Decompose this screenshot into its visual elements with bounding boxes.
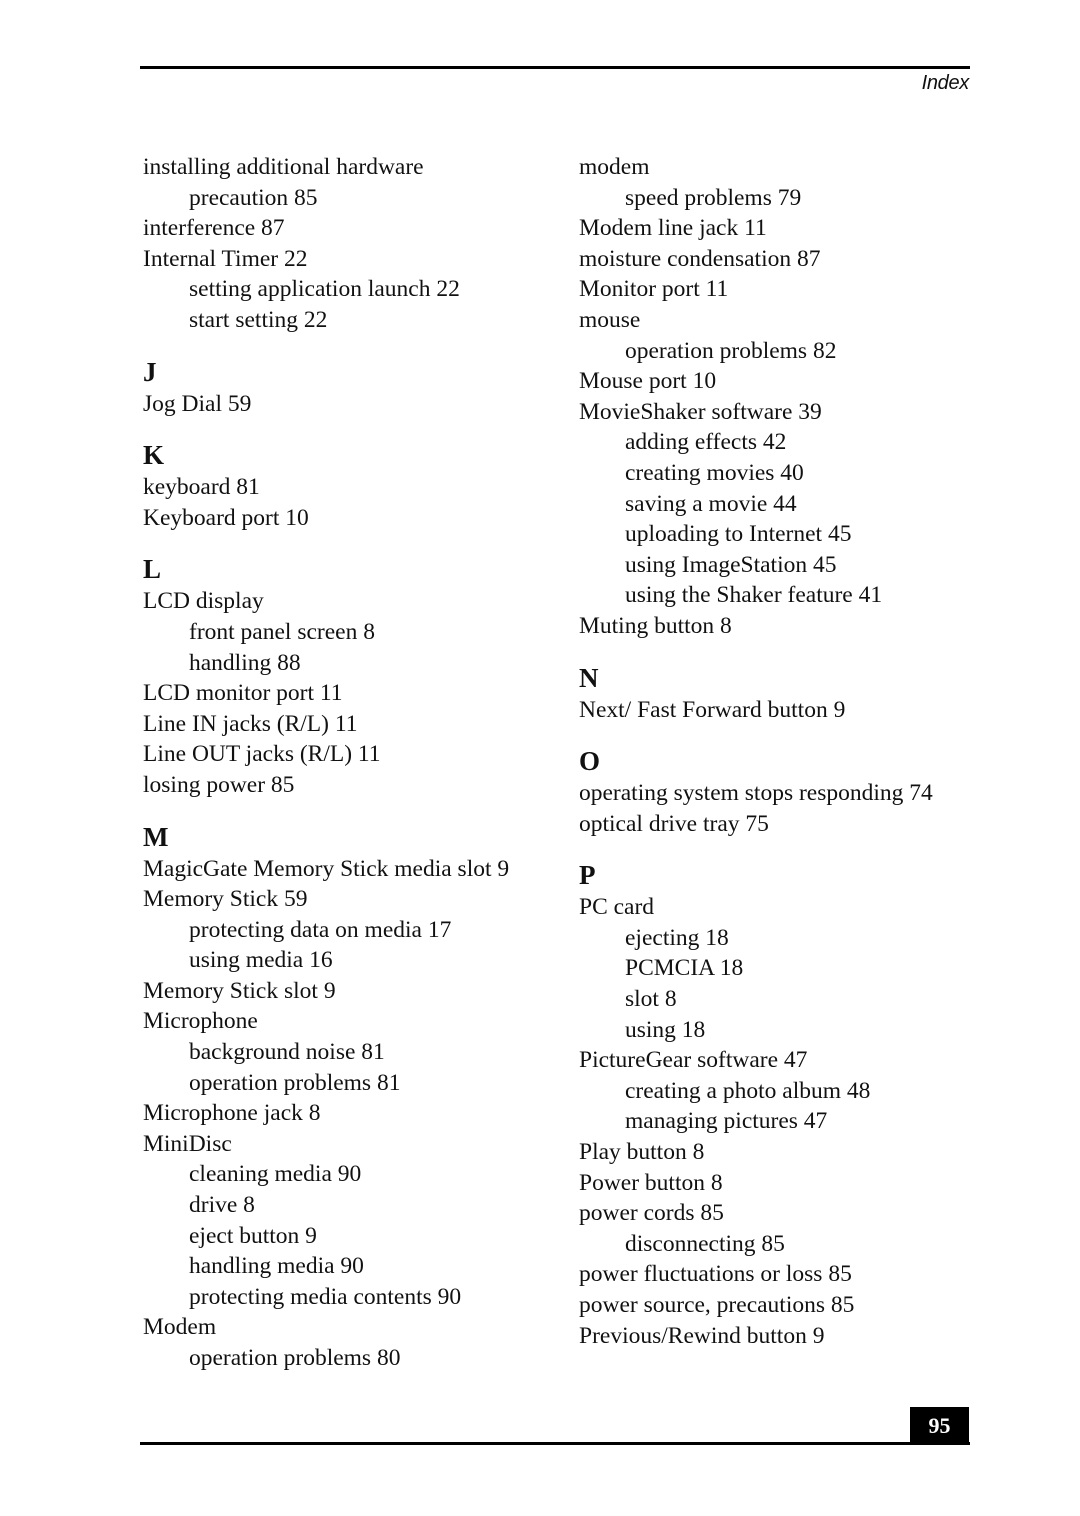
index-subentry: setting application launch 22 <box>189 276 460 303</box>
index-subentry: using 18 <box>625 1016 706 1043</box>
index-subentry: front panel screen 8 <box>189 618 375 645</box>
section-letter: M <box>143 821 169 852</box>
index-subentry: operation problems 80 <box>189 1345 401 1371</box>
index-entry: interference 87 <box>143 215 285 242</box>
index-subentry: start setting 22 <box>189 306 328 333</box>
index-column-right: modem speed problems 79 Modem line jack 11… <box>579 152 999 1351</box>
index-entry: power cords 85 <box>579 1200 724 1227</box>
index-entry: Line IN jacks (R/L) 11 <box>143 710 358 737</box>
index-entry: Modem line jack 11 <box>579 215 767 242</box>
index-subentry: handling 88 <box>189 649 301 676</box>
index-entry: Memory Stick 59 <box>143 886 308 913</box>
index-subentry: PCMCIA 18 <box>625 955 744 982</box>
index-subentry: precaution 85 <box>189 184 318 211</box>
footer-rule <box>140 1442 970 1445</box>
index-entry: MiniDisc <box>143 1130 232 1157</box>
section-letter: L <box>143 554 162 585</box>
section-letter: O <box>579 746 601 777</box>
page-number: 95 <box>910 1407 969 1445</box>
index-entry: MagicGate Memory Stick media slot 9 <box>143 855 510 882</box>
index-entry: LCD monitor port 11 <box>143 680 343 707</box>
index-subentry: drive 8 <box>189 1192 255 1219</box>
index-entry: Jog Dial 59 <box>143 390 252 417</box>
index-entry: power fluctuations or loss 85 <box>579 1261 852 1288</box>
index-entry: Modem <box>143 1314 217 1341</box>
index-subentry: protecting data on media 17 <box>189 916 452 943</box>
index-entry: modem <box>579 154 650 180</box>
index-subentry: creating movies 40 <box>625 459 804 486</box>
index-entry: Mouse port 10 <box>579 368 717 395</box>
section-letter: N <box>579 662 599 693</box>
index-subentry: cleaning media 90 <box>189 1161 362 1188</box>
section-letter: P <box>579 860 596 891</box>
index-entry: Memory Stick slot 9 <box>143 977 336 1004</box>
index-subentry: eject button 9 <box>189 1222 317 1249</box>
index-entry: Previous/Rewind button 9 <box>579 1322 825 1349</box>
index-entry: Play button 8 <box>579 1139 705 1166</box>
index-entry: Monitor port 11 <box>579 276 729 303</box>
index-entry: keyboard 81 <box>143 474 260 501</box>
running-head: Index <box>921 72 970 94</box>
index-subentry: uploading to Internet 45 <box>625 521 852 548</box>
index-entry: PC card <box>579 894 655 921</box>
index-subentry: operation problems 81 <box>189 1069 401 1096</box>
index-subentry: handling media 90 <box>189 1253 364 1280</box>
index-subentry: background noise 81 <box>189 1039 385 1066</box>
index-entry: operating system stops responding 74 <box>579 780 933 807</box>
section-letter: K <box>143 440 165 471</box>
index-entry: LCD display <box>143 588 264 615</box>
index-entry: Power button 8 <box>579 1169 723 1196</box>
index-entry: PictureGear software 47 <box>579 1047 808 1074</box>
index-subentry: operation problems 82 <box>625 337 837 364</box>
index-entry: losing power 85 <box>143 771 295 798</box>
index-entry: Line OUT jacks (R/L) 11 <box>143 741 381 768</box>
index-entry: Next/ Fast Forward button 9 <box>579 696 846 723</box>
index-subentry: protecting media contents 90 <box>189 1283 462 1310</box>
index-entry: installing additional hardware <box>143 154 424 180</box>
header-rule <box>140 66 970 69</box>
index-entry: MovieShaker software 39 <box>579 398 822 425</box>
index-subentry: using the Shaker feature 41 <box>625 582 883 609</box>
index-entry: Keyboard port 10 <box>143 504 309 531</box>
index-entry: moisture condensation 87 <box>579 245 821 272</box>
index-subentry: saving a movie 44 <box>625 490 797 517</box>
index-entry: optical drive tray 75 <box>579 810 769 837</box>
index-subentry: using media 16 <box>189 947 333 974</box>
index-entry: mouse <box>579 306 641 333</box>
index-subentry: slot 8 <box>625 986 677 1013</box>
index-subentry: speed problems 79 <box>625 184 802 211</box>
index-subentry: disconnecting 85 <box>625 1230 785 1257</box>
index-subentry: managing pictures 47 <box>625 1108 828 1135</box>
index-subentry: adding effects 42 <box>625 429 787 456</box>
index-entry: Microphone <box>143 1008 258 1035</box>
index-column-left: installing additional hardware precaution… <box>143 152 563 1374</box>
index-entry: Muting button 8 <box>579 612 732 639</box>
index-entry: Internal Timer 22 <box>143 245 308 272</box>
index-subentry: creating a photo album 48 <box>625 1077 871 1104</box>
index-entry: Microphone jack 8 <box>143 1100 321 1127</box>
index-subentry: using ImageStation 45 <box>625 551 837 578</box>
index-entry: power source, precautions 85 <box>579 1292 855 1318</box>
section-letter: J <box>143 356 157 387</box>
index-subentry: ejecting 18 <box>625 924 729 951</box>
